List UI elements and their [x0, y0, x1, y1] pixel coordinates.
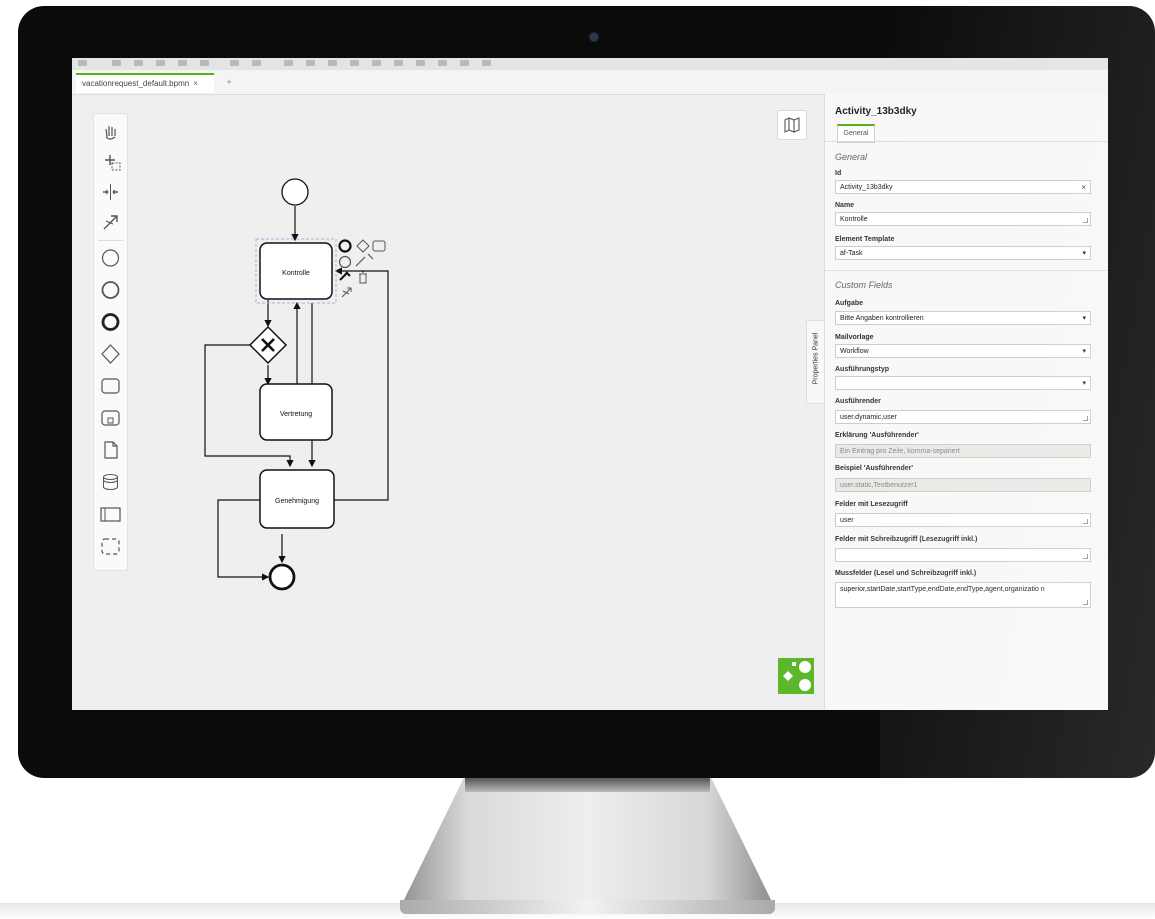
lesezugriff-field[interactable]: user [835, 513, 1091, 527]
properties-panel-toggle-label: Properties Panel [812, 332, 820, 385]
schreibzugriff-label: Felder mit Schreibzugriff (Lesezugriff i… [835, 536, 978, 543]
append-task-icon[interactable] [372, 240, 386, 252]
append-intermediate-event-icon[interactable] [338, 255, 352, 269]
toolbar-icon[interactable] [306, 60, 315, 66]
toolbar-icon[interactable] [482, 60, 491, 66]
monitor-stand [400, 778, 775, 908]
end-event[interactable] [268, 563, 296, 591]
context-pad [338, 239, 386, 298]
bpmn-canvas[interactable]: Kontrolle Vertretung Genehmigung [72, 94, 772, 710]
task-kontrolle-label: Kontrolle [282, 270, 310, 277]
ausfuehrender-field[interactable]: user.dynamic,user [835, 410, 1091, 424]
toolbar-icon[interactable] [438, 60, 447, 66]
element-title: Activity_13b3dky [835, 106, 917, 117]
screen: vacationrequest_default.bpmn × + Kontrol… [72, 58, 1108, 710]
erklaerung-field: Ein Eintrag pro Zeile, komma-separiert [835, 444, 1091, 458]
beispiel-label: Beispiel 'Ausführender' [835, 465, 914, 472]
element-template-label: Element Template [835, 236, 895, 243]
monitor-stand-neck [465, 778, 710, 792]
schreibzugriff-field[interactable] [835, 548, 1091, 562]
toolbar-icon[interactable] [460, 60, 469, 66]
trash-icon[interactable] [359, 271, 367, 284]
monitor-stand-base [400, 900, 775, 914]
wrench-icon[interactable] [339, 271, 351, 281]
name-field[interactable]: Kontrolle [835, 212, 1091, 226]
toolbar-icon[interactable] [200, 60, 209, 66]
id-label: Id [835, 170, 842, 177]
append-gateway-icon[interactable] [356, 239, 370, 253]
toolbar-icon[interactable] [156, 60, 165, 66]
beispiel-field: user.static,Testbenutzer1 [835, 478, 1091, 492]
toolbar-icon[interactable] [328, 60, 337, 66]
ausfuehrungstyp-label: Ausführungstyp [835, 366, 890, 373]
sequence-flow[interactable] [334, 267, 389, 501]
app-logo [778, 658, 814, 694]
tab-label: vacationrequest_default.bpmn [82, 79, 190, 88]
toolbar-icon[interactable] [372, 60, 381, 66]
toolbar-icon[interactable] [284, 60, 293, 66]
tab-diagram-file[interactable]: vacationrequest_default.bpmn × [76, 73, 214, 93]
connect-icon[interactable] [341, 287, 352, 298]
webcam [590, 33, 598, 41]
task-vertretung-label: Vertretung [280, 411, 312, 418]
tab-bar: vacationrequest_default.bpmn × + [72, 70, 1108, 95]
minimap-toggle-button[interactable] [777, 110, 807, 140]
ausfuehrender-label: Ausführender [835, 398, 881, 405]
id-field[interactable]: Activity_13b3dky × [835, 180, 1091, 194]
erklaerung-label: Erklärung 'Ausführender' [835, 432, 919, 439]
top-toolbar [72, 58, 1108, 70]
task-genehmigung-label: Genehmigung [275, 498, 319, 505]
mailvorlage-select[interactable]: Workflow [835, 344, 1091, 358]
map-icon [784, 117, 800, 133]
properties-panel: Activity_13b3dky General General Id Acti… [824, 94, 1108, 710]
aufgabe-select[interactable]: Bitte Angaben kontrollieren [835, 311, 1091, 325]
toolbar-icon[interactable] [350, 60, 359, 66]
toolbar-icon[interactable] [178, 60, 187, 66]
mussfelder-field[interactable]: superior,startDate,startType,endDate,end… [835, 582, 1091, 608]
tab-close-icon[interactable]: × [193, 79, 198, 88]
mailvorlage-label: Mailvorlage [835, 334, 874, 341]
element-template-select[interactable]: af-Task [835, 246, 1091, 260]
toolbar-icon[interactable] [134, 60, 143, 66]
name-label: Name [835, 202, 855, 209]
toolbar-icon[interactable] [252, 60, 261, 66]
group-general-heading: General [835, 152, 868, 162]
mussfelder-label: Mussfelder (Lesel und Schreibzugriff ink… [835, 570, 977, 577]
properties-panel-toggle[interactable]: Properties Panel [806, 320, 825, 404]
toolbar-icon[interactable] [416, 60, 425, 66]
clear-icon[interactable]: × [1081, 181, 1086, 193]
text-annotation-icon[interactable] [355, 253, 374, 267]
toolbar-icon[interactable] [112, 60, 121, 66]
toolbar-icon[interactable] [78, 60, 87, 66]
lesezugriff-label: Felder mit Lesezugriff [835, 501, 908, 508]
toolbar-icon[interactable] [230, 60, 239, 66]
start-event[interactable] [281, 178, 309, 206]
group-custom-fields-heading: Custom Fields [835, 280, 893, 290]
new-tab-button[interactable]: + [222, 73, 236, 93]
toolbar-icon[interactable] [394, 60, 403, 66]
id-value: Activity_13b3dky [840, 184, 893, 191]
aufgabe-label: Aufgabe [835, 300, 863, 307]
ausfuehrungstyp-select[interactable] [835, 376, 1091, 390]
append-end-event-icon[interactable] [338, 239, 352, 253]
